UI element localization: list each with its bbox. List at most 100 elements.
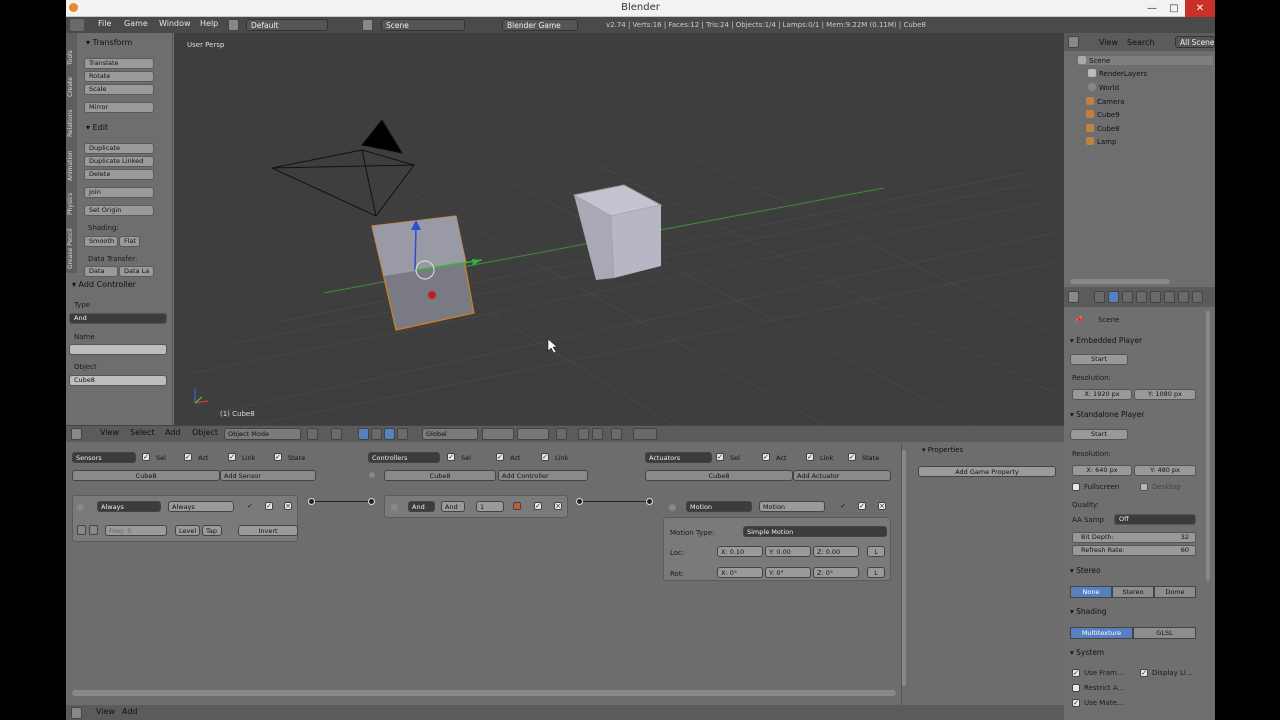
controllers-link-checkbox[interactable]: ✓ [541,453,549,461]
motion-type-select[interactable]: Simple Motion [743,526,887,537]
rot-y-field[interactable]: Y: 0° [765,567,811,578]
actuator-active-checkbox[interactable]: ✓ [839,503,847,511]
duplicate-linked-button[interactable]: Duplicate Linked [84,156,154,167]
render-icon[interactable] [633,428,657,440]
sensor-pulse-false-icon[interactable] [89,525,98,535]
desktop-checkbox[interactable] [1140,483,1148,491]
logic-horizontal-scrollbar[interactable] [72,690,896,696]
viewport-editor-icon[interactable] [71,428,82,440]
use-material-physics-checkbox[interactable]: ✓ [1072,699,1080,707]
add-controller-select[interactable]: Add Controller [498,470,588,481]
controller-name-field[interactable]: And [441,501,465,512]
glsl-button[interactable]: GLSL [1133,627,1196,639]
controller-type-select[interactable]: And [408,501,435,512]
actuator-input-socket[interactable] [646,498,653,505]
sensor-invert-button[interactable]: Invert [238,525,298,536]
aa-samples-select[interactable]: Off [1114,514,1196,525]
rotate-button[interactable]: Rotate [84,71,154,82]
camera-object[interactable] [270,119,415,217]
menu-window[interactable]: Window [159,19,191,28]
scene-icon[interactable] [362,19,373,31]
mode-select[interactable]: Object Mode [224,428,301,440]
gizmo-z-arrow[interactable] [414,225,417,271]
outliner-scene-row[interactable]: Scene [1078,56,1213,65]
maximize-button[interactable]: □ [1163,0,1185,17]
sensors-sel-checkbox[interactable]: ✓ [142,453,150,461]
sensor-freq-field[interactable]: Freq: 0 [105,525,167,536]
actuators-link-checkbox[interactable]: ✓ [806,453,814,461]
outliner-renderlayers-row[interactable]: RenderLayers [1088,69,1147,78]
tab-create[interactable]: Create [67,67,76,97]
object-tab-icon[interactable] [1136,291,1147,303]
stereo-stereo-button[interactable]: Stereo [1112,586,1154,598]
world-tab-icon[interactable] [1122,291,1133,303]
close-button[interactable]: ✕ [1185,0,1215,17]
embedded-start-button[interactable]: Start [1070,354,1128,365]
outliner-visibility-toggles[interactable] [1176,98,1209,148]
layout-icon[interactable] [228,19,239,31]
stereo-none-button[interactable]: None [1070,586,1112,598]
actuators-sel-checkbox[interactable]: ✓ [716,453,724,461]
scale-button[interactable]: Scale [84,84,154,95]
rot-local-toggle[interactable]: L [867,567,885,578]
manipulator-move-icon[interactable] [371,428,382,440]
rot-z-field[interactable]: Z: 0° [813,567,859,578]
controller-collapse-icon[interactable] [391,504,398,511]
constraints-tab-icon[interactable] [1150,291,1161,303]
controllers-state-icon[interactable] [369,472,375,478]
sensor-tap-button[interactable]: Tap [202,525,222,536]
controller-state-field[interactable]: 1 [476,501,504,512]
translate-button[interactable]: Translate [84,58,154,69]
sensor-active-checkbox[interactable]: ✓ [246,503,254,511]
data-button[interactable]: Data [84,266,118,277]
layers-grid-2-icon[interactable] [517,428,549,440]
bit-depth-field[interactable]: Bit Depth: 32 [1072,532,1196,543]
layers-grid-icon[interactable] [482,428,514,440]
loc-y-field[interactable]: Y: 0.00 [765,546,811,557]
add-actuator-select[interactable]: Add Actuator [793,470,891,481]
flat-button[interactable]: Flat [119,236,140,247]
controllers-sel-checkbox[interactable]: ✓ [447,453,455,461]
outliner-menu-search[interactable]: Search [1127,38,1154,47]
rot-x-field[interactable]: X: 0° [717,567,763,578]
shading-mode-icon[interactable] [307,428,318,440]
logic-editor-type-icon[interactable] [71,707,82,719]
transform-header[interactable]: ▾ Transform [86,38,132,47]
data-tab-icon[interactable] [1178,291,1189,303]
actuator-delete-icon[interactable]: × [878,502,886,510]
sensor-pulse-true-icon[interactable] [77,525,86,535]
display-lists-checkbox[interactable]: ✓ [1140,669,1148,677]
minimize-button[interactable]: — [1141,0,1163,17]
smooth-button[interactable]: Smooth [84,236,118,247]
add-controller-header[interactable]: ▾ Add Controller [72,280,136,289]
selected-cube[interactable] [371,215,475,331]
name-field[interactable] [69,344,167,355]
orientation-select[interactable]: Global [422,428,478,440]
embedded-res-y[interactable]: Y: 1080 px [1134,389,1196,400]
loc-x-field[interactable]: X: 0.10 [717,546,763,557]
sensor-name-field[interactable]: Always [168,501,234,512]
snap-icon[interactable] [578,428,589,440]
use-frame-rate-checkbox[interactable]: ✓ [1072,669,1080,677]
tab-grease-pencil[interactable]: Grease Pencil [67,217,76,269]
properties-scrollbar[interactable] [1206,311,1210,581]
mirror-button[interactable]: Mirror [84,102,154,113]
outliner-camera-row[interactable]: Camera [1086,97,1124,106]
standalone-res-y[interactable]: Y: 480 px [1134,465,1196,476]
sensor-collapse-icon[interactable] [77,504,84,511]
sensors-state-checkbox[interactable]: ✓ [274,453,282,461]
controllers-act-checkbox[interactable]: ✓ [496,453,504,461]
outliner-editor-icon[interactable] [1068,36,1079,48]
shading-header[interactable]: ▾ Shading [1070,607,1107,616]
properties-editor-icon[interactable] [1068,291,1079,303]
stereo-dome-button[interactable]: Dome [1154,586,1196,598]
embedded-res-x[interactable]: X: 1920 px [1072,389,1132,400]
menu-file[interactable]: File [98,19,111,28]
duplicate-button[interactable]: Duplicate [84,143,154,154]
edit-header[interactable]: ▾ Edit [86,123,108,132]
delete-button[interactable]: Delete [84,169,154,180]
other-cube[interactable] [572,184,663,280]
scene-tab-icon[interactable] [1108,291,1119,303]
3d-viewport[interactable]: User Persp (1) Cube8 [174,33,1064,425]
material-tab-icon[interactable] [1192,291,1203,303]
